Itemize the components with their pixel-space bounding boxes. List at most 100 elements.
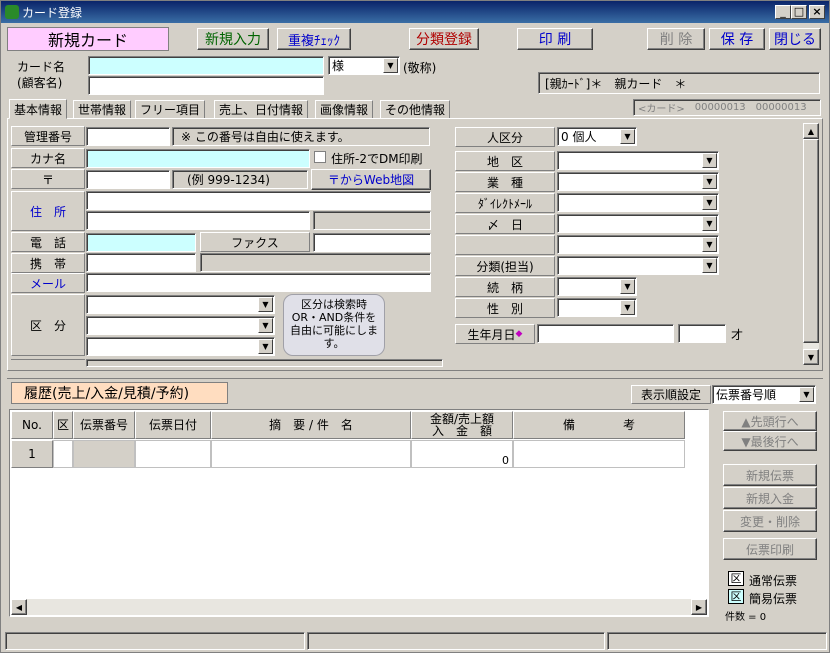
- simple-slip-legend: 簡易伝票: [749, 592, 798, 606]
- new-payment-button[interactable]: 新規入金: [723, 487, 817, 509]
- chevron-down-icon[interactable]: ▼: [258, 318, 273, 333]
- tab-basic-info[interactable]: 基本情報: [9, 99, 68, 119]
- honorific-select[interactable]: 様 ▼: [328, 56, 400, 75]
- card-nav-to: 00000013: [755, 102, 807, 113]
- relation-select[interactable]: ▼: [557, 277, 637, 296]
- chevron-down-icon[interactable]: ▼: [702, 237, 717, 252]
- chevron-down-icon[interactable]: ▼: [702, 195, 717, 210]
- col-type: 区: [53, 411, 73, 439]
- row-slip-date-cell[interactable]: [135, 440, 211, 468]
- blank-select[interactable]: ▼: [557, 235, 719, 254]
- chevron-down-icon[interactable]: ▼: [383, 58, 398, 73]
- chevron-down-icon[interactable]: ▼: [620, 129, 635, 144]
- customer-name-input[interactable]: [88, 76, 324, 95]
- card-nav-from: 00000013: [694, 102, 746, 113]
- tab-other-info[interactable]: その他情報: [380, 100, 451, 119]
- customer-name-label: (顧客名): [17, 76, 63, 90]
- card-name-input[interactable]: [88, 56, 324, 75]
- class-staff-select[interactable]: ▼: [557, 256, 719, 275]
- history-title: 履歴(売上/入金/見積/予約): [11, 382, 228, 404]
- mgmt-no-input[interactable]: [86, 127, 170, 146]
- mobile-extra: [200, 253, 431, 272]
- new-entry-button[interactable]: 新規入力: [197, 28, 269, 50]
- print-slip-button[interactable]: 伝票印刷: [723, 538, 817, 560]
- gender-select[interactable]: ▼: [557, 298, 637, 317]
- phone-input[interactable]: [86, 233, 196, 252]
- scroll-down-icon[interactable]: ▼: [803, 349, 819, 365]
- mgmt-no-label: 管理番号: [11, 126, 85, 146]
- delete-button[interactable]: 削 除: [647, 28, 705, 50]
- chevron-down-icon[interactable]: ▼: [702, 153, 717, 168]
- chevron-down-icon[interactable]: ▼: [799, 387, 814, 402]
- new-slip-button[interactable]: 新規伝票: [723, 464, 817, 486]
- minimize-button[interactable]: _: [775, 5, 791, 19]
- address-line2-input[interactable]: [86, 211, 310, 230]
- first-row-button[interactable]: ▲先頭行へ: [723, 411, 817, 431]
- birthday-input[interactable]: [537, 324, 674, 343]
- mail-input[interactable]: [86, 273, 431, 292]
- address-label: 住 所: [11, 191, 85, 231]
- row-notes-cell[interactable]: [513, 440, 685, 468]
- gender-label: 性 別: [455, 298, 555, 318]
- cut-row: [11, 359, 85, 367]
- person-type-value: 0 個人: [561, 130, 597, 144]
- grid-hscrollbar[interactable]: ◀ ▶: [11, 599, 707, 615]
- class-select-2[interactable]: ▼: [86, 316, 275, 335]
- class-register-button[interactable]: 分類登録: [409, 28, 479, 50]
- scroll-up-icon[interactable]: ▲: [803, 123, 819, 139]
- honorific-note: (敬称): [403, 61, 437, 75]
- fax-input[interactable]: [313, 233, 431, 252]
- age-input[interactable]: [678, 324, 726, 343]
- mobile-label: 携 帯: [11, 253, 85, 273]
- diamond-icon: ◆: [515, 329, 523, 339]
- dm-print-checkbox[interactable]: [314, 151, 326, 163]
- class-staff-label: 分類(担当): [455, 256, 555, 276]
- chevron-down-icon[interactable]: ▼: [258, 297, 273, 312]
- person-type-select[interactable]: 0 個人 ▼: [557, 127, 637, 146]
- print-button[interactable]: 印 刷: [517, 28, 593, 50]
- scroll-right-icon[interactable]: ▶: [691, 599, 707, 615]
- direct-mail-select[interactable]: ▼: [557, 193, 719, 212]
- normal-slip-legend-box: 区: [728, 571, 744, 586]
- tab-free-items[interactable]: フリー項目: [135, 100, 206, 119]
- save-button[interactable]: 保 存: [709, 28, 765, 50]
- row-summary-cell[interactable]: [211, 440, 411, 468]
- tab-image-info[interactable]: 画像情報: [315, 100, 374, 119]
- page-title: 新規カード: [7, 27, 169, 51]
- duplicate-check-button[interactable]: 重複ﾁｪｯｸ: [277, 28, 351, 50]
- last-row-button[interactable]: ▼最後行へ: [723, 431, 817, 451]
- chevron-down-icon[interactable]: ▼: [620, 279, 635, 294]
- sort-select[interactable]: 伝票番号順 ▼: [712, 385, 816, 404]
- chevron-down-icon[interactable]: ▼: [702, 174, 717, 189]
- zip-input[interactable]: [86, 170, 170, 189]
- address-line1-input[interactable]: [86, 191, 431, 210]
- maximize-button[interactable]: □: [791, 5, 807, 19]
- kana-label: カナ名: [11, 148, 85, 168]
- close-window-button[interactable]: ×: [809, 5, 825, 19]
- edit-delete-button[interactable]: 変更・削除: [723, 510, 817, 532]
- tab-sales-date-info[interactable]: 売上、日付情報: [214, 100, 309, 119]
- chevron-down-icon[interactable]: ▼: [258, 339, 273, 354]
- close-button[interactable]: 閉じる: [769, 28, 821, 50]
- panel-scrollbar[interactable]: ▲ ▼: [803, 123, 819, 365]
- area-select[interactable]: ▼: [557, 151, 719, 170]
- chevron-down-icon[interactable]: ▼: [702, 258, 717, 273]
- web-map-button[interactable]: 〒からWeb地図: [311, 169, 431, 190]
- scroll-left-icon[interactable]: ◀: [11, 599, 27, 615]
- row-no[interactable]: 1: [11, 440, 53, 468]
- row-slip-no-cell[interactable]: [73, 440, 135, 468]
- chevron-down-icon[interactable]: ▼: [702, 216, 717, 231]
- mobile-input[interactable]: [86, 253, 196, 272]
- dm-print-label: 住所-2でDM印刷: [331, 152, 423, 166]
- class-select-1[interactable]: ▼: [86, 295, 275, 314]
- tab-household-info[interactable]: 世帯情報: [73, 100, 132, 119]
- scroll-thumb[interactable]: [803, 139, 819, 343]
- industry-select[interactable]: ▼: [557, 172, 719, 191]
- relation-label: 続 柄: [455, 277, 555, 297]
- class-select-3[interactable]: ▼: [86, 337, 275, 356]
- deadline-select[interactable]: ▼: [557, 214, 719, 233]
- row-type-cell[interactable]: [53, 440, 73, 468]
- row-amount-cell[interactable]: 0: [411, 440, 513, 468]
- kana-input[interactable]: [86, 149, 310, 168]
- chevron-down-icon[interactable]: ▼: [620, 300, 635, 315]
